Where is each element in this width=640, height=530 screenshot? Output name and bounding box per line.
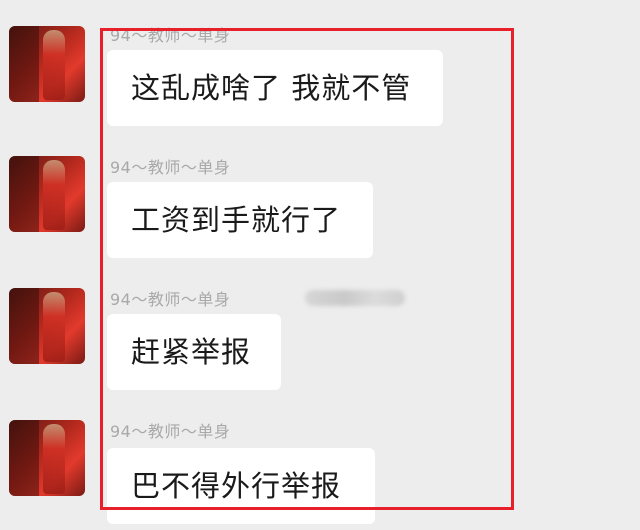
avatar-shade (9, 420, 39, 496)
avatar-shade (9, 288, 39, 364)
chat-message: 94～教师～单身 工资到手就行了 (0, 130, 640, 262)
avatar-figure (43, 424, 65, 494)
chat-view: 94～教师～单身 这乱成啥了 我就不管 94～教师～单身 工资到手就行了 94～… (0, 0, 640, 530)
avatar-figure (43, 160, 65, 230)
sender-name: 94～教师～单身 (110, 26, 231, 45)
avatar[interactable] (9, 288, 85, 364)
avatar[interactable] (9, 26, 85, 102)
message-bubble[interactable]: 赶紧举报 (107, 314, 281, 390)
chat-message: 94～教师～单身 巴不得外行举报 (0, 394, 640, 526)
avatar-figure (43, 292, 65, 362)
avatar[interactable] (9, 420, 85, 496)
blurred-tag (305, 290, 405, 306)
avatar-shade (9, 26, 39, 102)
chat-message: 94～教师～单身 赶紧举报 (0, 262, 640, 394)
message-bubble[interactable]: 工资到手就行了 (107, 182, 373, 258)
avatar[interactable] (9, 156, 85, 232)
message-bubble[interactable]: 这乱成啥了 我就不管 (107, 50, 443, 126)
sender-name: 94～教师～单身 (110, 422, 231, 441)
chat-message: 94～教师～单身 这乱成啥了 我就不管 (0, 0, 640, 132)
sender-name: 94～教师～单身 (110, 158, 231, 177)
message-bubble[interactable]: 巴不得外行举报 (107, 448, 375, 524)
avatar-figure (43, 30, 65, 100)
avatar-shade (9, 156, 39, 232)
sender-name: 94～教师～单身 (110, 290, 231, 309)
